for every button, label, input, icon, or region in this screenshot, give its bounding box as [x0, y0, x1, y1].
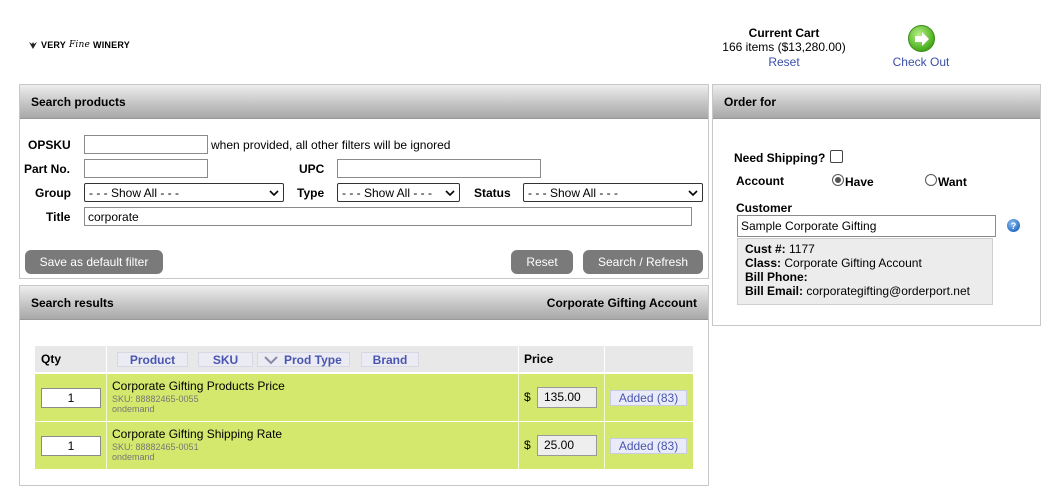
opsku-hint: when provided, all other filters will be…: [211, 138, 451, 152]
results-table-header: Qty Product SKU Prod Type Brand Price: [35, 346, 693, 372]
checkout-button[interactable]: Check Out: [880, 25, 962, 69]
search-products-header: Search products: [20, 85, 708, 119]
product-sku-text: SKU: 88882465-0051: [112, 442, 199, 452]
cust-no-value: 1177: [789, 242, 815, 256]
cart-reset-link[interactable]: Reset: [714, 55, 854, 69]
account-have-radio[interactable]: [832, 174, 844, 186]
status-label: Status: [474, 186, 511, 200]
sort-down-icon: [264, 355, 278, 364]
prod-type-column-label: Prod Type: [284, 352, 342, 367]
current-cart: Current Cart 166 items ($13,280.00) Rese…: [714, 26, 854, 69]
cust-no-label: Cust #:: [745, 242, 786, 256]
logo-very: VERY: [41, 40, 66, 50]
bill-email-label: Bill Email:: [745, 284, 804, 298]
bill-email-value: corporategifting@orderport.net: [806, 284, 970, 298]
product-name: Corporate Gifting Products Price: [112, 379, 285, 393]
product-sku: SKU: 88882465-0051 ondemand: [112, 442, 199, 462]
help-icon[interactable]: ?: [1007, 219, 1020, 232]
product-sku: SKU: 88882465-0055 ondemand: [112, 394, 199, 414]
chevron-down-icon: [688, 189, 698, 196]
order-for-header: Order for: [713, 85, 1040, 119]
search-products-title: Search products: [31, 94, 126, 109]
opsku-input[interactable]: [84, 135, 208, 154]
chevron-down-icon: [445, 189, 455, 196]
sort-brand-button[interactable]: Brand: [361, 352, 419, 367]
account-have-label[interactable]: Have: [845, 175, 874, 189]
type-select-value: - - - Show All - - -: [342, 185, 433, 200]
bill-phone-label: Bill Phone:: [745, 270, 808, 284]
save-default-filter-button[interactable]: Save as default filter: [25, 250, 163, 274]
cart-title: Current Cart: [748, 26, 820, 40]
currency-symbol: $: [524, 438, 531, 452]
chevron-down-icon: [269, 189, 279, 196]
upc-label: UPC: [299, 162, 325, 176]
price-input[interactable]: 25.00: [537, 435, 597, 456]
search-results-title: Search results: [31, 295, 114, 310]
checkout-arrow-icon[interactable]: [907, 25, 935, 52]
group-select-value: - - - Show All - - -: [89, 185, 180, 200]
product-type-text: ondemand: [112, 404, 155, 414]
results-account-name: Corporate Gifting Account: [546, 295, 697, 310]
product-type-text: ondemand: [112, 452, 155, 462]
search-results-header: Search results Corporate Gifting Account: [20, 286, 708, 320]
table-row: 1 Corporate Gifting Shipping Rate SKU: 8…: [35, 422, 693, 469]
customer-input[interactable]: [737, 215, 996, 237]
need-shipping-label: Need Shipping?: [734, 151, 826, 165]
added-button[interactable]: Added (83): [610, 438, 687, 454]
checkout-label[interactable]: Check Out: [880, 55, 962, 69]
account-want-label[interactable]: Want: [938, 175, 967, 189]
title-label: Title: [46, 210, 71, 224]
grape-leaf-icon: [29, 41, 37, 49]
price-input[interactable]: 135.00: [537, 387, 597, 408]
qty-input[interactable]: 1: [41, 436, 101, 456]
logo-fine: Fine: [68, 40, 91, 50]
winery-logo: VERY Fine WINERY: [28, 40, 130, 50]
account-label: Account: [736, 174, 784, 188]
sort-product-button[interactable]: Product: [117, 352, 188, 367]
customer-details: Cust #: 1177 Class: Corporate Gifting Ac…: [737, 238, 993, 305]
cart-summary: 166 items ($13,280.00): [722, 40, 846, 54]
class-label: Class:: [745, 256, 782, 270]
table-row: 1 Corporate Gifting Products Price SKU: …: [35, 374, 693, 421]
sort-prod-type-button[interactable]: Prod Type: [257, 352, 350, 367]
sort-sku-button[interactable]: SKU: [198, 352, 253, 367]
currency-symbol: $: [524, 390, 531, 404]
partno-label: Part No.: [24, 162, 71, 176]
status-select-value: - - - Show All - - -: [528, 185, 619, 200]
qty-column-header: Qty: [41, 352, 62, 366]
price-column-header: Price: [524, 352, 554, 366]
customer-label: Customer: [736, 201, 793, 215]
product-sku-text: SKU: 88882465-0055: [112, 394, 199, 404]
logo-winery: WINERY: [93, 40, 130, 50]
status-select[interactable]: - - - Show All - - -: [523, 183, 703, 202]
added-button[interactable]: Added (83): [610, 390, 687, 406]
product-name: Corporate Gifting Shipping Rate: [112, 427, 283, 441]
opsku-label: OPSKU: [28, 138, 71, 152]
type-label: Type: [297, 186, 325, 200]
order-for-title: Order for: [724, 94, 777, 109]
group-select[interactable]: - - - Show All - - -: [84, 183, 284, 202]
qty-input[interactable]: 1: [41, 388, 101, 408]
type-select[interactable]: - - - Show All - - -: [337, 183, 460, 202]
upc-input[interactable]: [337, 159, 541, 178]
account-want-radio[interactable]: [925, 174, 937, 186]
class-value: Corporate Gifting Account: [784, 256, 922, 270]
group-label: Group: [35, 186, 71, 200]
title-input[interactable]: [84, 207, 692, 226]
partno-input[interactable]: [84, 159, 208, 178]
need-shipping-checkbox[interactable]: [830, 150, 843, 163]
search-refresh-button[interactable]: Search / Refresh: [583, 250, 703, 274]
search-reset-button[interactable]: Reset: [511, 250, 573, 274]
